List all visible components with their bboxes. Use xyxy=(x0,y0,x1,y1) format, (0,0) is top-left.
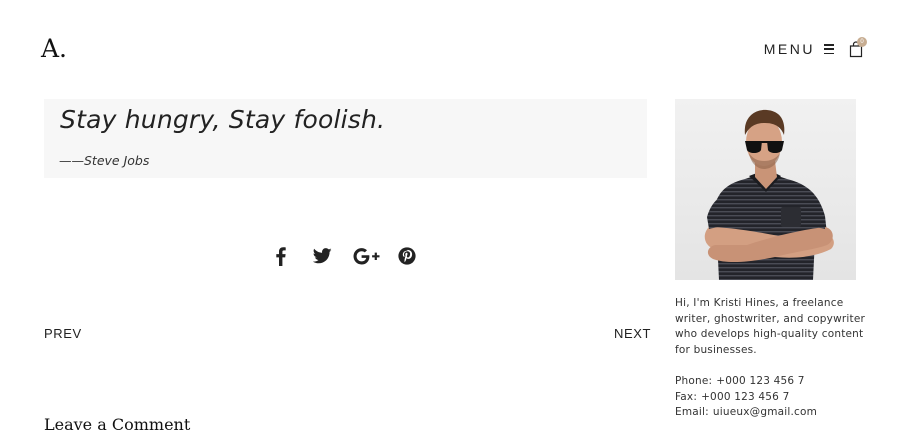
twitter-icon[interactable] xyxy=(312,244,332,268)
phone-label: Phone: xyxy=(675,375,713,387)
cart-icon[interactable]: 0 xyxy=(849,36,867,58)
contact-email: Email: uiueux@gmail.com xyxy=(675,405,875,421)
author-bio: Hi, I'm Kristi Hines, a freelance writer… xyxy=(675,297,865,356)
contact-fax: Fax: +000 123 456 7 xyxy=(675,390,875,406)
email-value[interactable]: uiueux@gmail.com xyxy=(713,406,817,418)
blockquote: Stay hungry, Stay foolish. ——Steve Jobs xyxy=(44,99,647,178)
cart-count-badge: 0 xyxy=(857,36,867,47)
header-nav: MENU 0 xyxy=(764,36,867,60)
hamburger-icon[interactable] xyxy=(824,44,834,54)
menu-button[interactable]: MENU xyxy=(764,41,815,57)
google-plus-icon[interactable] xyxy=(352,244,380,268)
author-contact: Phone: +000 123 456 7 Fax: +000 123 456 7 … xyxy=(675,374,875,421)
site-logo[interactable]: A. xyxy=(41,34,67,63)
quote-text: Stay hungry, Stay foolish. xyxy=(60,105,386,134)
pinterest-icon[interactable] xyxy=(397,244,417,268)
contact-phone: Phone: +000 123 456 7 xyxy=(675,374,875,390)
phone-value[interactable]: +000 123 456 7 xyxy=(716,375,804,387)
comment-heading: Leave a Comment xyxy=(44,415,191,434)
quote-author: ——Steve Jobs xyxy=(59,153,150,168)
next-post-link[interactable]: NEXT xyxy=(614,326,651,341)
facebook-icon[interactable] xyxy=(270,244,292,268)
fax-label: Fax: xyxy=(675,390,698,403)
author-photo xyxy=(675,99,856,280)
email-label: Email: xyxy=(675,406,709,418)
fax-value: +000 123 456 7 xyxy=(701,390,790,403)
prev-post-link[interactable]: PREV xyxy=(44,326,82,341)
share-buttons xyxy=(270,244,417,268)
